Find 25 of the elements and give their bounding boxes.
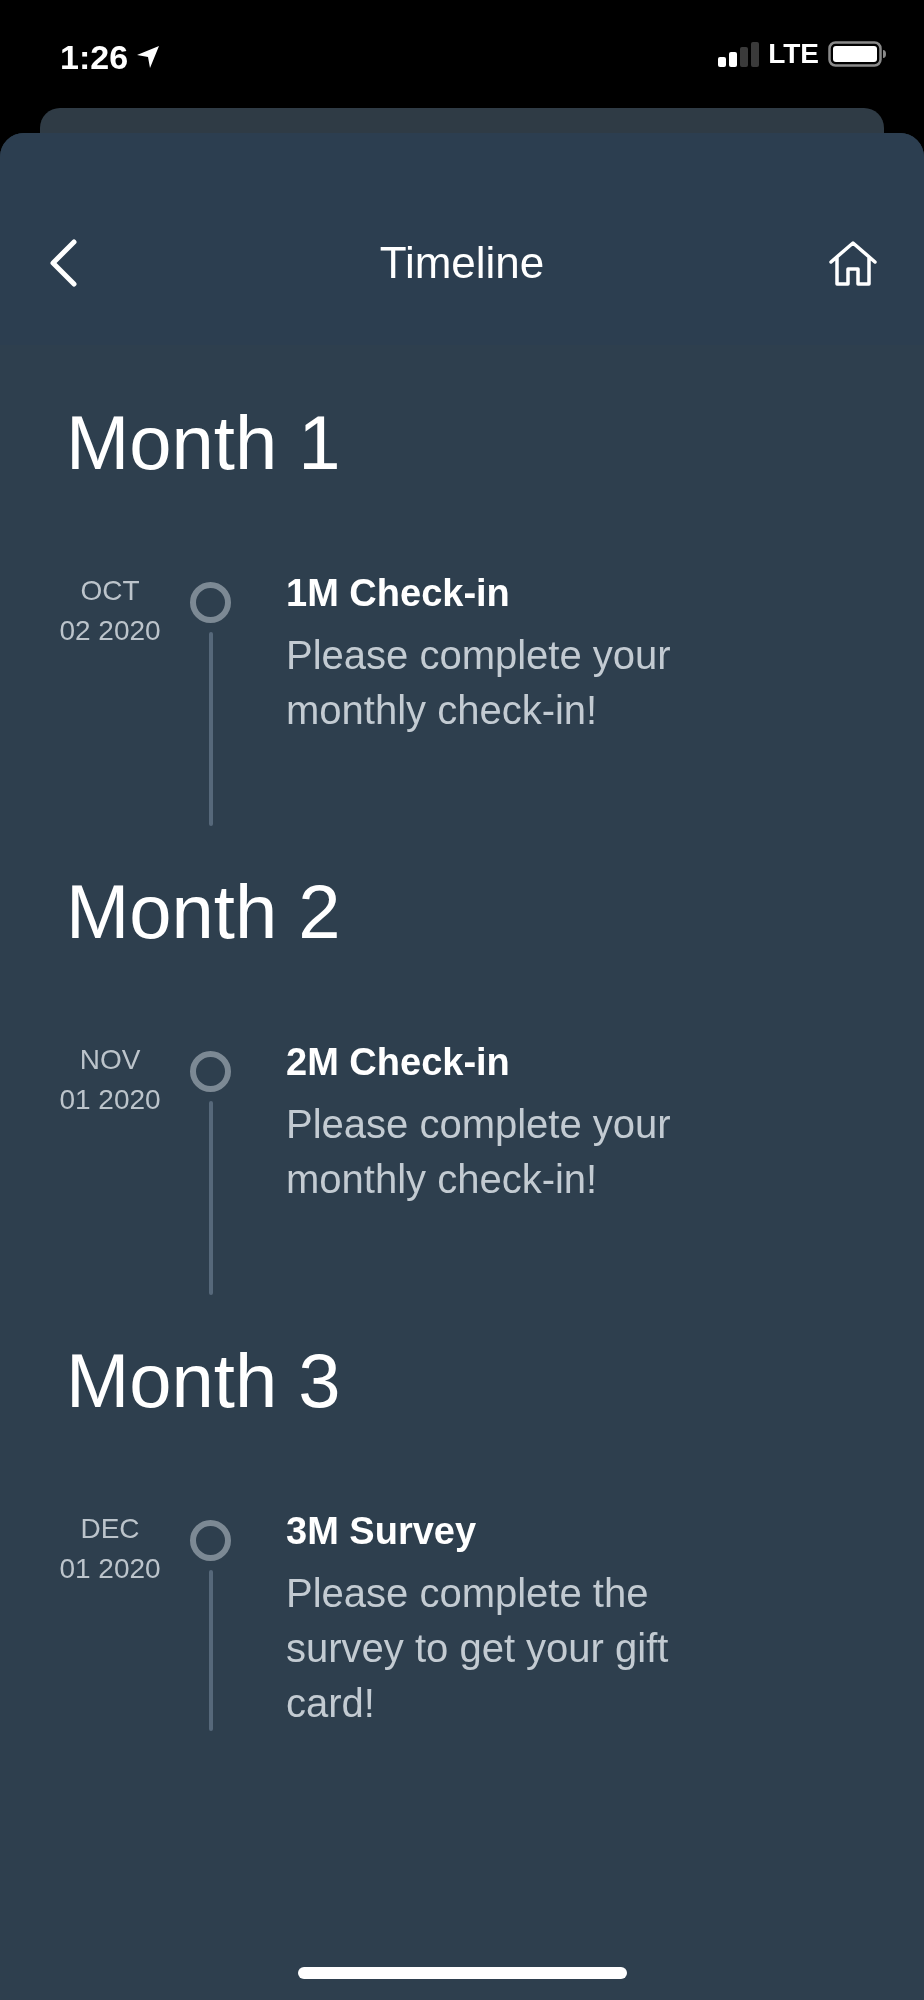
home-icon bbox=[828, 240, 878, 286]
date-month: DEC bbox=[80, 1512, 140, 1546]
date-day-year: 02 2020 bbox=[59, 614, 161, 648]
event-title: 2M Check-in bbox=[286, 1040, 511, 1084]
signal-icon bbox=[718, 41, 760, 67]
status-time: 1:26 bbox=[60, 40, 129, 74]
network-type: LTE bbox=[768, 40, 819, 68]
date-month: OCT bbox=[80, 574, 140, 608]
event-title: 3M Survey bbox=[286, 1509, 478, 1553]
event-description: Please complete your monthly check-in! bbox=[286, 632, 672, 734]
month-heading: Month 1 bbox=[65, 403, 342, 483]
timeline-node-icon bbox=[190, 582, 231, 623]
event-description: Please complete the survey to get your gift card! bbox=[286, 1570, 670, 1727]
battery-icon bbox=[828, 41, 887, 67]
date-day-year: 01 2020 bbox=[59, 1552, 161, 1586]
event-description: Please complete your monthly check-in! bbox=[286, 1101, 672, 1203]
month-heading: Month 3 bbox=[65, 1341, 342, 1421]
timeline-node-icon bbox=[190, 1520, 231, 1561]
location-arrow-icon bbox=[136, 45, 161, 69]
page-title: Timeline bbox=[379, 237, 545, 289]
month-heading: Month 2 bbox=[65, 872, 342, 952]
date-month: NOV bbox=[79, 1043, 141, 1077]
timeline-node-icon bbox=[190, 1051, 231, 1092]
date-day-year: 01 2020 bbox=[59, 1083, 161, 1117]
event-title: 1M Check-in bbox=[286, 571, 511, 615]
